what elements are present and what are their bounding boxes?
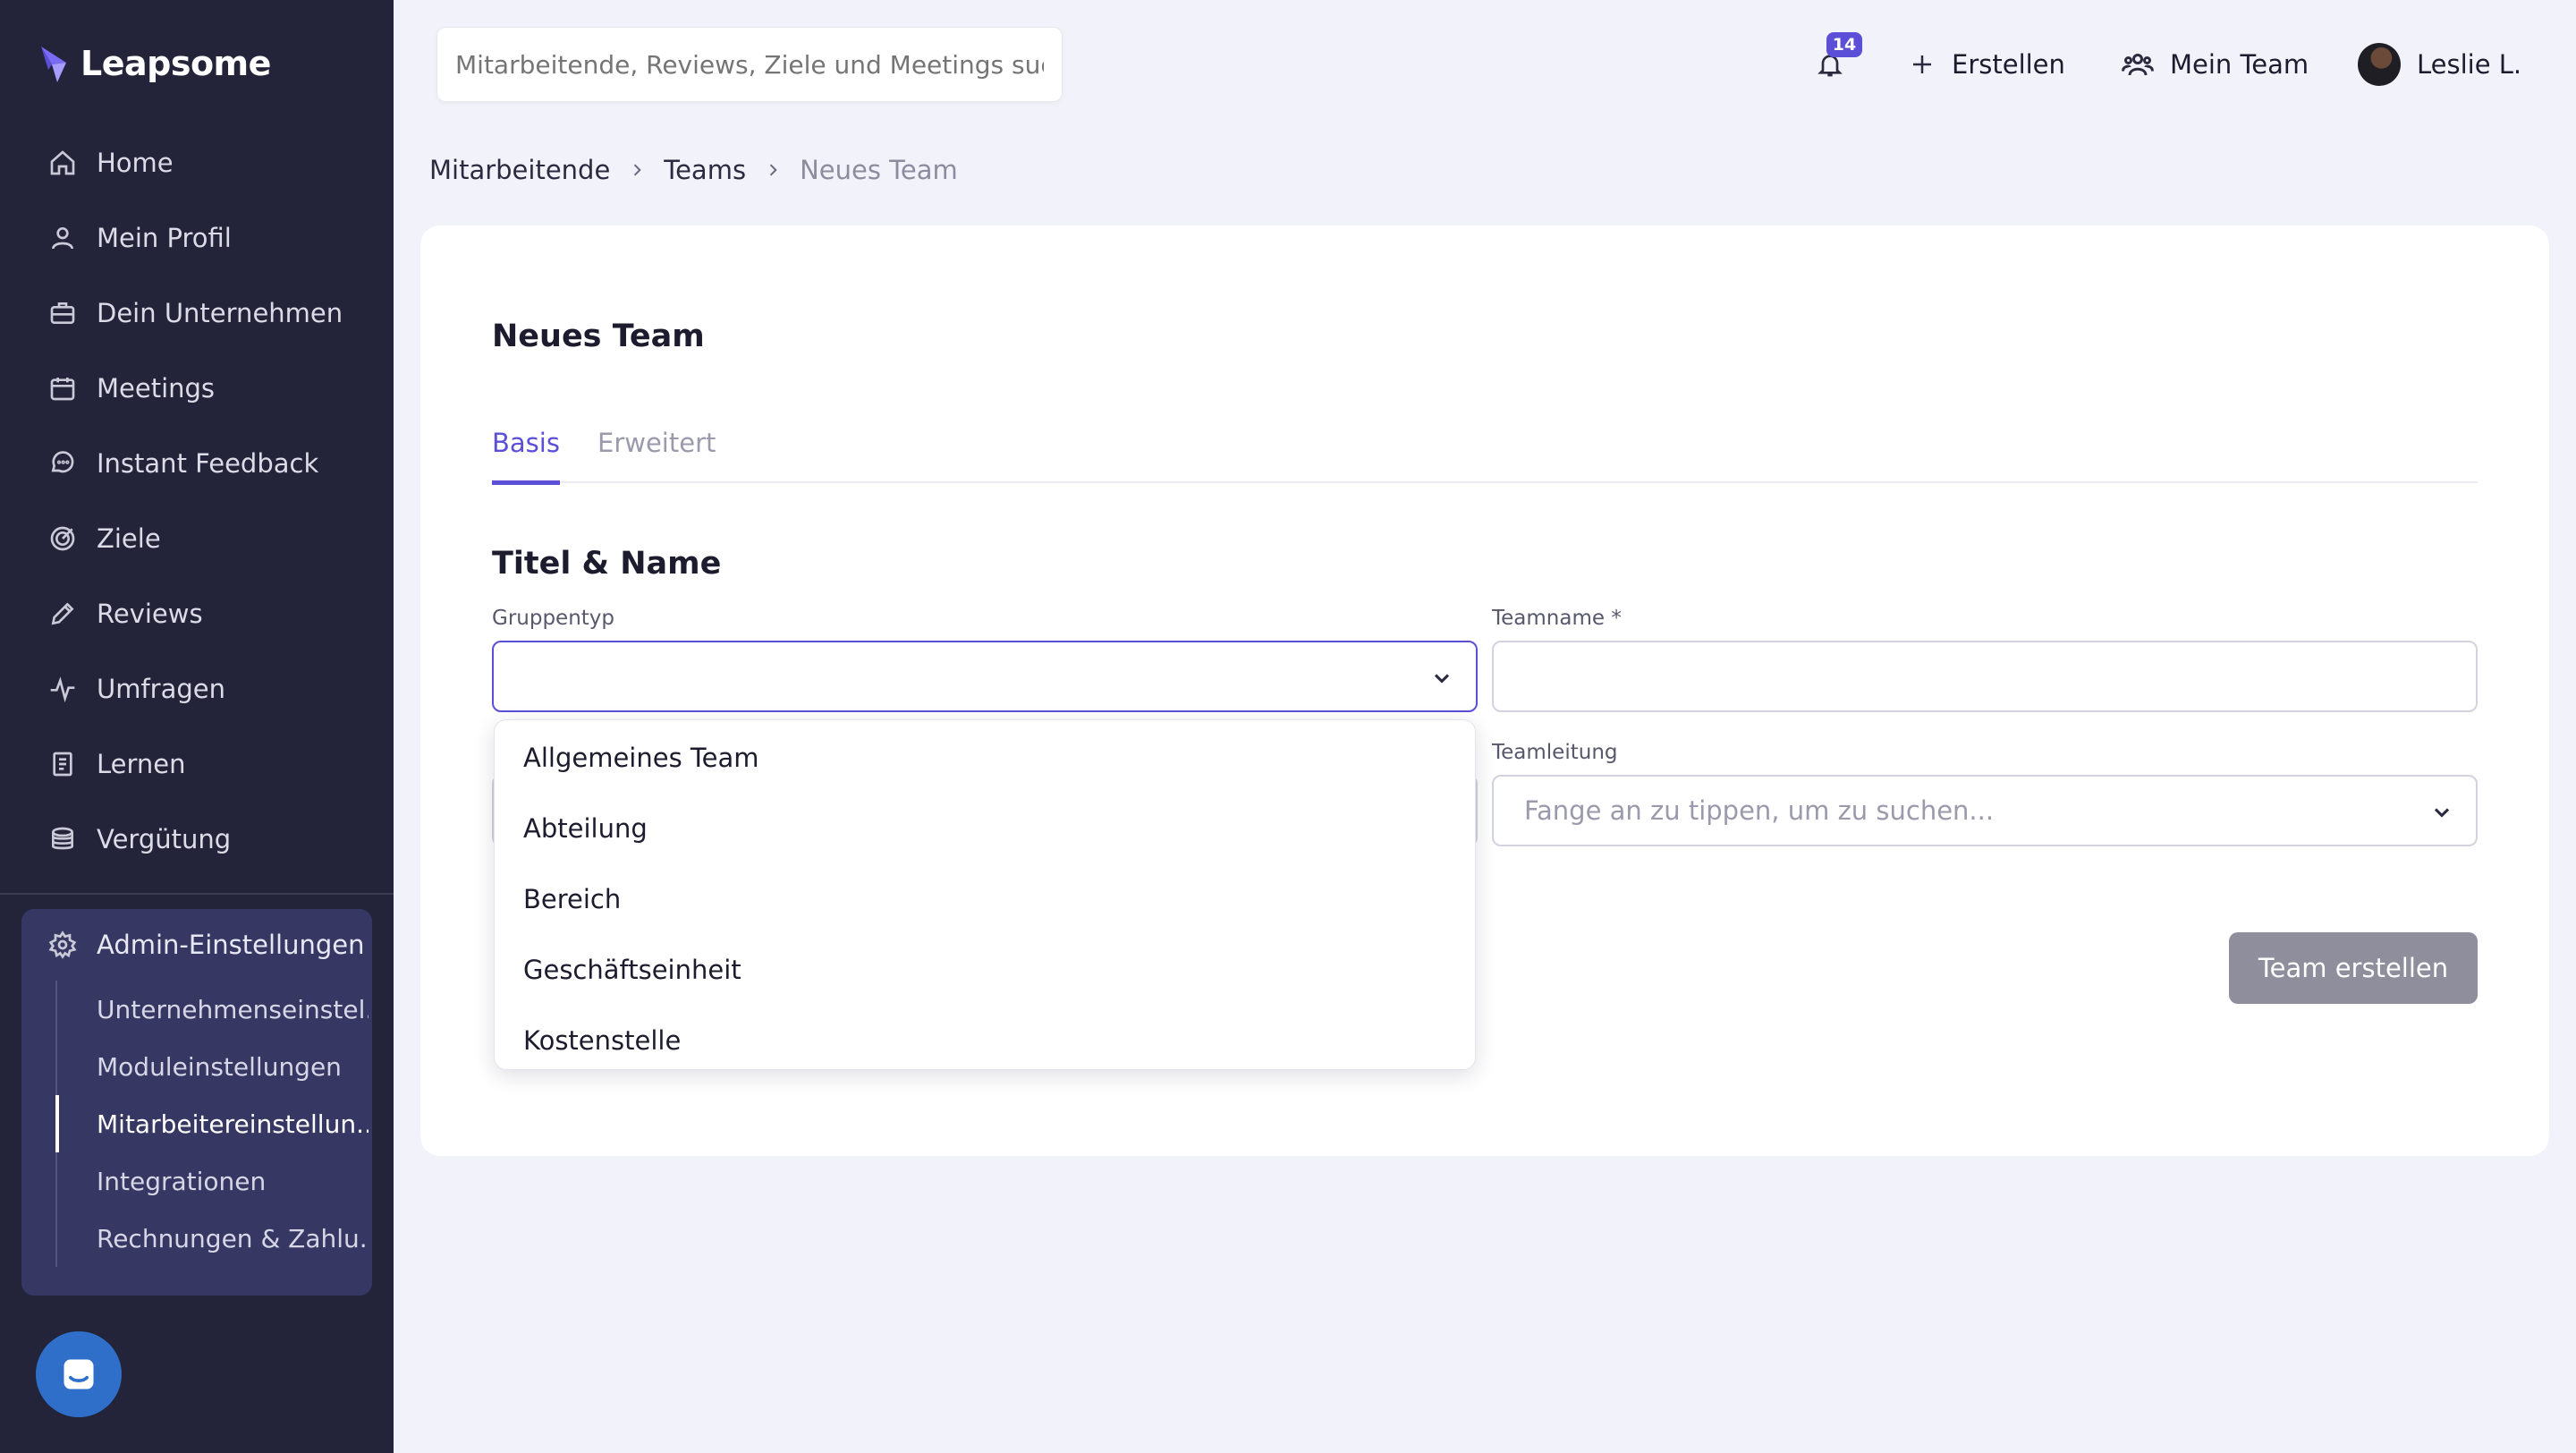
group-type-label: Gruppentyp xyxy=(492,607,615,630)
option-kostenstelle[interactable]: Kostenstelle xyxy=(495,1005,1475,1075)
form-tabs: Basis Erweitert xyxy=(492,428,2478,485)
plus-icon xyxy=(1913,55,1931,73)
sidebar-subitem-unternehmenseinstellungen[interactable]: Unternehmenseinstel... xyxy=(55,981,369,1038)
sidebar-item-label: Mein Profil xyxy=(97,223,232,253)
team-lead-placeholder: Fange an zu tippen, um zu suchen... xyxy=(1524,795,1995,826)
chat-launcher-icon xyxy=(64,1359,94,1389)
pulse-icon xyxy=(47,673,79,705)
user-name: Leslie L. xyxy=(2417,49,2522,80)
my-team-label: Mein Team xyxy=(2170,49,2309,80)
user-menu[interactable]: Leslie L. xyxy=(2358,27,2521,102)
create-button[interactable]: Erstellen xyxy=(1909,27,2065,102)
chevron-down-icon xyxy=(1429,666,1454,691)
support-chat-button[interactable] xyxy=(36,1331,122,1417)
sidebar-subitem-moduleinstellungen[interactable]: Moduleinstellungen xyxy=(55,1038,369,1095)
sidebar-item-label: Lernen xyxy=(97,749,186,779)
group-type-dropdown-menu: Allgemeines Team Abteilung Bereich Gesch… xyxy=(494,719,1476,1070)
sidebar-item-label: Ziele xyxy=(97,523,161,554)
book-icon xyxy=(47,748,79,780)
option-geschaeftseinheit[interactable]: Geschäftseinheit xyxy=(495,934,1475,1005)
sidebar-item-label: Instant Feedback xyxy=(97,448,319,479)
sidebar-item-label: Vergütung xyxy=(97,824,232,854)
team-lead-label: Teamleitung xyxy=(1492,741,1618,764)
chat-bubble-icon xyxy=(47,447,79,480)
gear-icon xyxy=(47,929,79,961)
breadcrumb-neues-team: Neues Team xyxy=(800,155,958,185)
chevron-down-icon xyxy=(2429,800,2454,825)
breadcrumb-teams[interactable]: Teams xyxy=(664,155,746,185)
create-label: Erstellen xyxy=(1952,49,2065,80)
notifications-button[interactable]: 14 xyxy=(1810,27,1862,102)
logo-text: Leapsome xyxy=(80,44,271,83)
sidebar-item-verguetung[interactable]: Vergütung xyxy=(0,802,394,877)
admin-settings-label: Admin-Einstellungen xyxy=(97,930,365,960)
sidebar: Leapsome Home Mein Profil Dein Unternehm… xyxy=(0,0,394,1453)
sidebar-subitem-rechnungen[interactable]: Rechnungen & Zahlu... xyxy=(55,1210,369,1267)
leapsome-logo-icon xyxy=(41,47,66,82)
chevron-right-icon xyxy=(628,161,646,179)
page-title: Neues Team xyxy=(492,319,705,354)
sidebar-item-dein-unternehmen[interactable]: Dein Unternehmen xyxy=(0,276,394,351)
sidebar-item-meetings[interactable]: Meetings xyxy=(0,351,394,426)
team-icon xyxy=(2122,54,2154,76)
sidebar-item-umfragen[interactable]: Umfragen xyxy=(0,651,394,726)
breadcrumb: Mitarbeitende Teams Neues Team xyxy=(429,150,958,190)
section-title: Titel & Name xyxy=(492,546,722,582)
option-abteilung[interactable]: Abteilung xyxy=(495,793,1475,863)
global-search-input[interactable] xyxy=(436,27,1063,102)
sidebar-item-home[interactable]: Home xyxy=(0,125,394,200)
option-bereich[interactable]: Bereich xyxy=(495,863,1475,934)
sidebar-item-label: Reviews xyxy=(97,599,203,629)
notification-count-badge: 14 xyxy=(1826,32,1862,57)
team-name-label: Teamname * xyxy=(1492,607,1622,630)
sidebar-item-ziele[interactable]: Ziele xyxy=(0,501,394,576)
team-name-input[interactable] xyxy=(1492,641,2478,712)
sidebar-item-instant-feedback[interactable]: Instant Feedback xyxy=(0,426,394,501)
sidebar-item-reviews[interactable]: Reviews xyxy=(0,576,394,651)
my-team-button[interactable]: Mein Team xyxy=(2122,27,2309,102)
sidebar-item-label: Meetings xyxy=(97,373,216,404)
coins-icon xyxy=(47,823,79,855)
sidebar-item-lernen[interactable]: Lernen xyxy=(0,726,394,802)
app-root: Leapsome Home Mein Profil Dein Unternehm… xyxy=(0,0,2576,1453)
pencil-icon xyxy=(47,598,79,630)
breadcrumb-mitarbeitende[interactable]: Mitarbeitende xyxy=(429,155,610,185)
sidebar-subitem-mitarbeitereinstellungen[interactable]: Mitarbeitereinstellun... xyxy=(55,1095,369,1152)
team-lead-select[interactable]: Fange an zu tippen, um zu suchen... xyxy=(1492,775,2478,846)
logo[interactable]: Leapsome xyxy=(39,43,271,84)
tab-erweitert[interactable]: Erweitert xyxy=(597,428,716,483)
tab-basis[interactable]: Basis xyxy=(492,428,560,485)
user-icon xyxy=(47,222,79,254)
create-team-button[interactable]: Team erstellen xyxy=(2229,932,2478,1004)
home-icon xyxy=(47,147,79,179)
briefcase-icon xyxy=(47,297,79,329)
calendar-icon xyxy=(47,372,79,404)
avatar xyxy=(2358,43,2401,86)
sidebar-item-label: Umfragen xyxy=(97,674,226,704)
sidebar-divider xyxy=(0,893,394,895)
main-nav: Home Mein Profil Dein Unternehmen Meetin… xyxy=(0,125,394,877)
admin-settings-group: Admin-Einstellungen Unternehmenseinstel.… xyxy=(21,909,372,1296)
chevron-right-icon xyxy=(764,161,782,179)
sidebar-item-label: Home xyxy=(97,148,174,178)
sidebar-subitem-integrationen[interactable]: Integrationen xyxy=(55,1152,369,1210)
option-allgemeines-team[interactable]: Allgemeines Team xyxy=(495,722,1475,793)
target-icon xyxy=(47,523,79,555)
admin-sub-list: Unternehmenseinstel... Moduleinstellunge… xyxy=(55,981,369,1267)
group-type-select[interactable] xyxy=(492,641,1478,712)
sidebar-item-admin-settings[interactable]: Admin-Einstellungen xyxy=(21,909,372,981)
sidebar-item-mein-profil[interactable]: Mein Profil xyxy=(0,200,394,276)
sidebar-item-label: Dein Unternehmen xyxy=(97,298,343,328)
